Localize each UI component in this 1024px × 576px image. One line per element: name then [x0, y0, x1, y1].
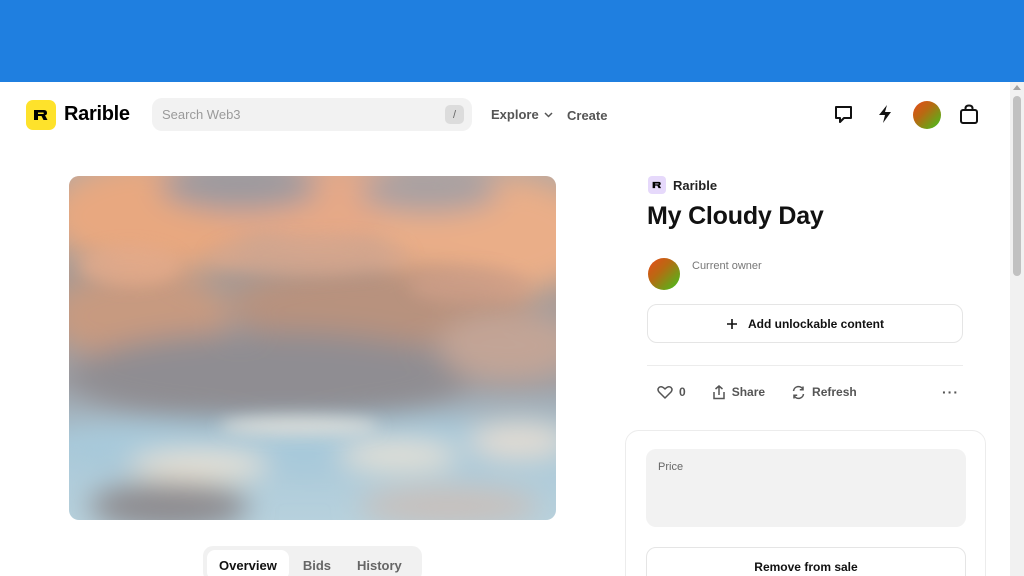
divider — [647, 365, 963, 366]
scroll-thumb[interactable] — [1013, 96, 1021, 276]
nav-explore-label: Explore — [491, 107, 539, 122]
collection-name[interactable]: Rarible — [673, 178, 717, 193]
nav-create[interactable]: Create — [567, 108, 607, 123]
nav-explore[interactable]: Explore — [491, 107, 553, 122]
more-options-icon[interactable]: ··· — [942, 384, 959, 400]
remove-from-sale-button[interactable]: Remove from sale — [646, 547, 966, 576]
share-icon — [712, 384, 725, 399]
lightning-icon[interactable] — [873, 102, 897, 126]
rarible-logo-icon[interactable] — [26, 100, 56, 130]
scroll-up-icon[interactable] — [1013, 85, 1021, 90]
bag-icon[interactable] — [957, 102, 981, 126]
chat-icon[interactable] — [831, 102, 855, 126]
heart-icon — [657, 386, 673, 399]
detail-tabs: Overview Bids History — [203, 546, 422, 576]
tab-overview[interactable]: Overview — [207, 550, 289, 576]
collection-icon[interactable] — [648, 176, 666, 194]
owner-avatar[interactable] — [648, 258, 680, 290]
nft-artwork-image[interactable] — [69, 176, 556, 520]
item-actions: 0 Share Refresh — [657, 383, 883, 401]
browser-top-band — [0, 0, 1024, 82]
refresh-icon — [792, 385, 805, 399]
price-label: Price — [658, 461, 684, 473]
share-button[interactable]: Share — [712, 384, 766, 400]
chevron-down-icon — [544, 111, 553, 118]
tab-history[interactable]: History — [345, 550, 414, 576]
refresh-button[interactable]: Refresh — [791, 385, 857, 400]
item-title: My Cloudy Day — [647, 202, 824, 230]
brand-name[interactable]: Rarible — [64, 103, 130, 126]
add-unlockable-button[interactable]: Add unlockable content — [647, 304, 963, 343]
tab-bids[interactable]: Bids — [291, 550, 343, 576]
share-label: Share — [731, 385, 766, 399]
search-input[interactable] — [162, 98, 432, 131]
search-shortcut-key: / — [445, 105, 464, 124]
page-scrollbar[interactable] — [1010, 82, 1024, 576]
like-count: 0 — [679, 385, 686, 399]
price-box: Price — [646, 449, 966, 527]
plus-icon — [726, 318, 737, 329]
sale-card: Price Remove from sale — [625, 430, 986, 576]
search-bar[interactable]: / — [152, 98, 472, 131]
refresh-label: Refresh — [812, 385, 857, 399]
add-unlockable-label: Add unlockable content — [747, 316, 884, 331]
like-button[interactable]: 0 — [657, 385, 686, 399]
user-avatar[interactable] — [913, 101, 941, 129]
owner-label: Current owner — [692, 260, 762, 272]
site-header: Rarible / Explore Create — [0, 82, 1010, 148]
